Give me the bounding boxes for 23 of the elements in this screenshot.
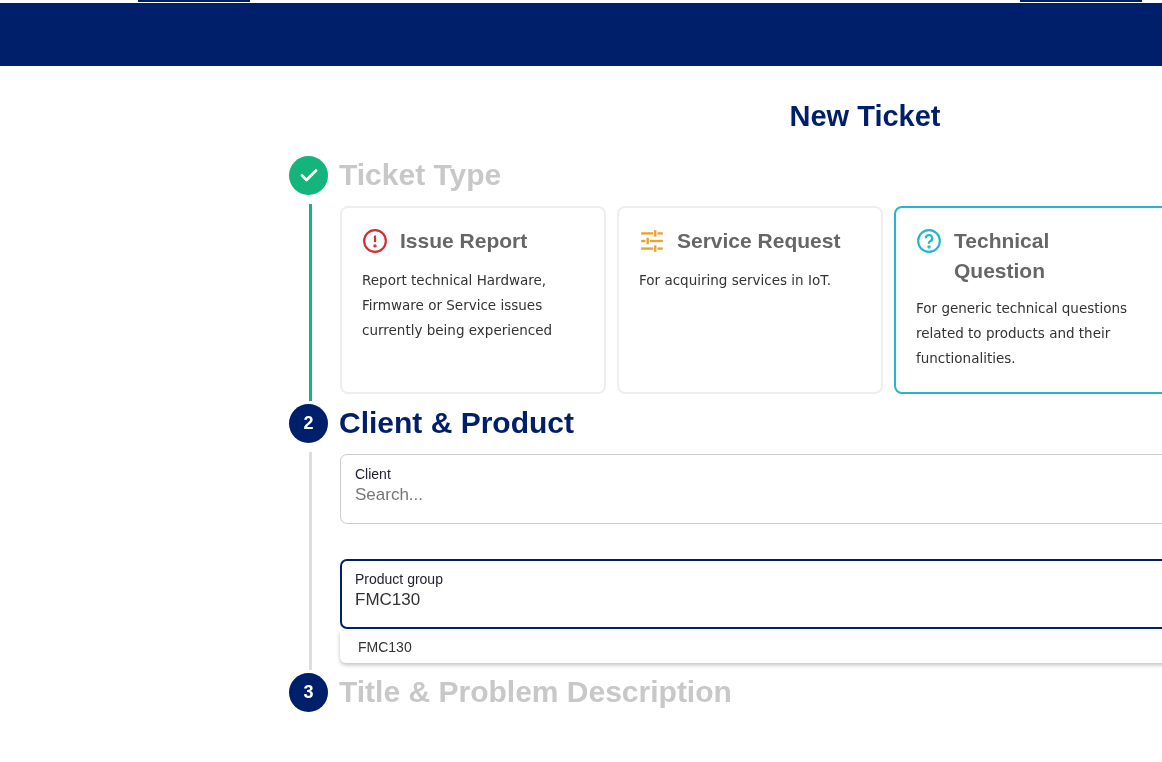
card-description: For generic technical questions related to products and their functionalities. [916,299,1129,368]
page-title: New Ticket [788,100,942,133]
search-field[interactable]: Client Search... [340,454,1162,524]
step-title: Client & Product [339,406,574,440]
alert-icon [362,228,388,254]
field-label: Product group [355,571,444,587]
step-number: 3 [289,672,328,712]
select-field[interactable]: Product group FMC130 [340,559,1162,629]
ticket-type-card[interactable]: Issue Report Report technical Hardware, Firmware or Service issues currently being experienced [340,206,606,394]
ticket-type-card[interactable]: Technical Question For generic technical questions related to products and their functionalities. [894,206,1162,394]
card-description: Report technical Hardware, Firmware or Service issues currently being experienced [362,271,554,340]
step-number: 2 [289,403,328,443]
text-input[interactable]: Search... [355,485,1162,505]
card-title: Issue Report [400,228,528,254]
text-input[interactable]: FMC130 [355,590,1162,610]
card-title: Technical Question [954,228,1051,284]
field-label: Client [355,466,392,482]
card-title: Service Request [677,228,841,254]
sliders-icon [639,228,665,254]
help-icon [916,228,942,254]
dropdown-option[interactable]: FMC130 [358,639,1162,655]
card-description: For acquiring services in IoT. [639,271,833,290]
ticket-type-card[interactable]: Service Request For acquiring services in IoT. [617,206,883,394]
